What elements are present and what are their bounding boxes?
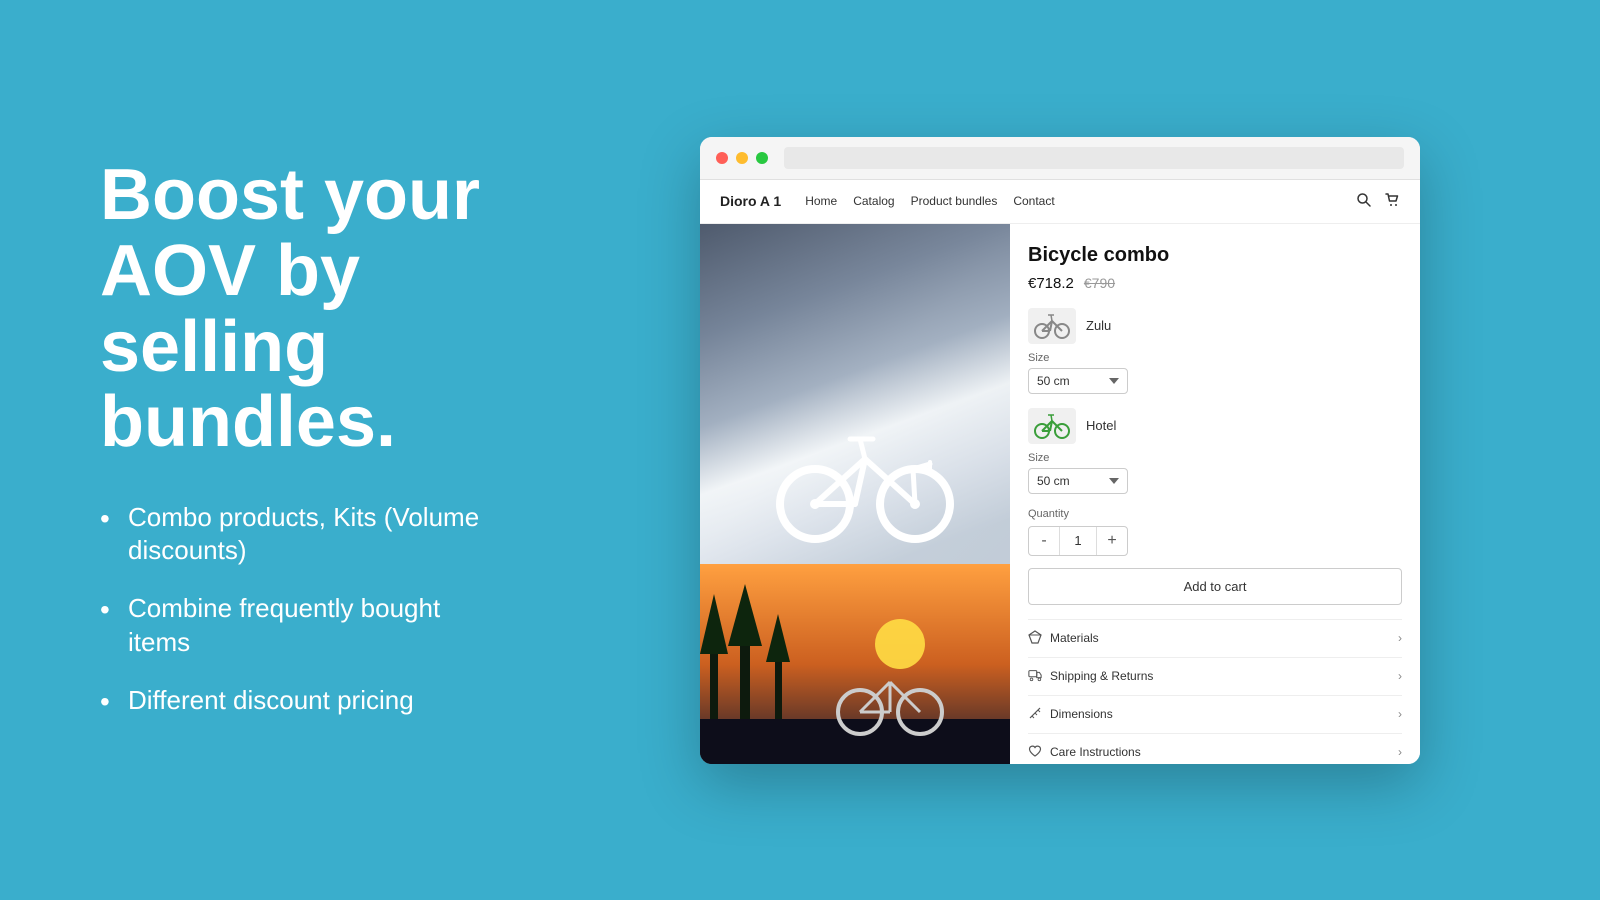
dimensions-label: Dimensions: [1050, 707, 1113, 721]
bullet-2: Combine frequently bought items: [100, 592, 500, 660]
nav-icons: [1356, 192, 1400, 211]
price-original: €790: [1084, 275, 1115, 291]
gem-icon: [1028, 630, 1042, 647]
bike-main-svg: [765, 404, 965, 544]
nav-bundles[interactable]: Product bundles: [911, 194, 998, 208]
zulu-size-select[interactable]: 50 cm 54 cm 58 cm: [1028, 368, 1128, 394]
headline: Boost your AOV by selling bundles.: [100, 158, 500, 460]
price-current: €718.2: [1028, 275, 1074, 292]
cart-icon[interactable]: [1384, 192, 1400, 211]
bullet-3: Different discount pricing: [100, 684, 500, 718]
materials-label: Materials: [1050, 631, 1099, 645]
zulu-size-label: Size: [1028, 352, 1402, 364]
quantity-control: - 1 +: [1028, 526, 1128, 556]
ruler-icon: [1028, 706, 1042, 723]
main-product-image: [700, 224, 1010, 564]
hotel-size-label: Size: [1028, 452, 1402, 464]
qty-value: 1: [1059, 527, 1097, 555]
chevron-down-icon-2: ›: [1398, 669, 1402, 683]
store-nav: Dioro A 1 Home Catalog Product bundles C…: [700, 180, 1420, 224]
dot-red: [716, 152, 728, 164]
dot-green: [756, 152, 768, 164]
zulu-name: Zulu: [1086, 318, 1111, 333]
hotel-size-select[interactable]: 50 cm 54 cm 58 cm: [1028, 468, 1128, 494]
bullet-list: Combo products, Kits (Volume discounts) …: [100, 501, 500, 718]
truck-icon: [1028, 668, 1042, 685]
right-panel: Dioro A 1 Home Catalog Product bundles C…: [560, 97, 1600, 804]
qty-plus-button[interactable]: +: [1097, 527, 1127, 555]
price-row: €718.2 €790: [1028, 275, 1402, 292]
heart-icon: [1028, 744, 1042, 761]
nav-home[interactable]: Home: [805, 194, 837, 208]
accordion-dimensions[interactable]: Dimensions ›: [1028, 695, 1402, 733]
chevron-down-icon-4: ›: [1398, 745, 1402, 759]
secondary-product-image: [700, 564, 1010, 764]
add-to-cart-button[interactable]: Add to cart: [1028, 568, 1402, 605]
chevron-down-icon: ›: [1398, 631, 1402, 645]
chevron-down-icon-3: ›: [1398, 707, 1402, 721]
browser-address-bar: [784, 147, 1404, 169]
shipping-label: Shipping & Returns: [1050, 669, 1153, 683]
nav-catalog[interactable]: Catalog: [853, 194, 894, 208]
bike-thumb-hotel: [1028, 408, 1076, 444]
left-panel: Boost your AOV by selling bundles. Combo…: [0, 98, 560, 801]
accordion-shipping[interactable]: Shipping & Returns ›: [1028, 657, 1402, 695]
hotel-bike-icon: [1032, 411, 1072, 441]
image-gallery: [700, 224, 1010, 764]
zulu-bike-icon: [1032, 311, 1072, 341]
product-details: Bicycle combo €718.2 €790: [1010, 224, 1420, 764]
bike-option-hotel: Hotel: [1028, 408, 1402, 444]
quantity-label: Quantity: [1028, 508, 1402, 520]
dot-yellow: [736, 152, 748, 164]
qty-minus-button[interactable]: -: [1029, 527, 1059, 555]
nav-contact[interactable]: Contact: [1013, 194, 1054, 208]
bike-thumb-zulu: [1028, 308, 1076, 344]
secondary-image-svg: [700, 564, 1010, 764]
browser-window: Dioro A 1 Home Catalog Product bundles C…: [700, 137, 1420, 764]
bullet-1: Combo products, Kits (Volume discounts): [100, 501, 500, 569]
accordion-materials[interactable]: Materials ›: [1028, 619, 1402, 657]
bike-option-zulu: Zulu: [1028, 308, 1402, 344]
product-area: Bicycle combo €718.2 €790: [700, 224, 1420, 764]
product-title: Bicycle combo: [1028, 244, 1402, 267]
store-logo: Dioro A 1: [720, 193, 781, 209]
search-icon[interactable]: [1356, 192, 1372, 211]
hotel-name: Hotel: [1086, 418, 1116, 433]
care-label: Care Instructions: [1050, 745, 1141, 759]
accordion-care[interactable]: Care Instructions ›: [1028, 733, 1402, 764]
nav-links: Home Catalog Product bundles Contact: [805, 194, 1356, 208]
browser-chrome: [700, 137, 1420, 180]
